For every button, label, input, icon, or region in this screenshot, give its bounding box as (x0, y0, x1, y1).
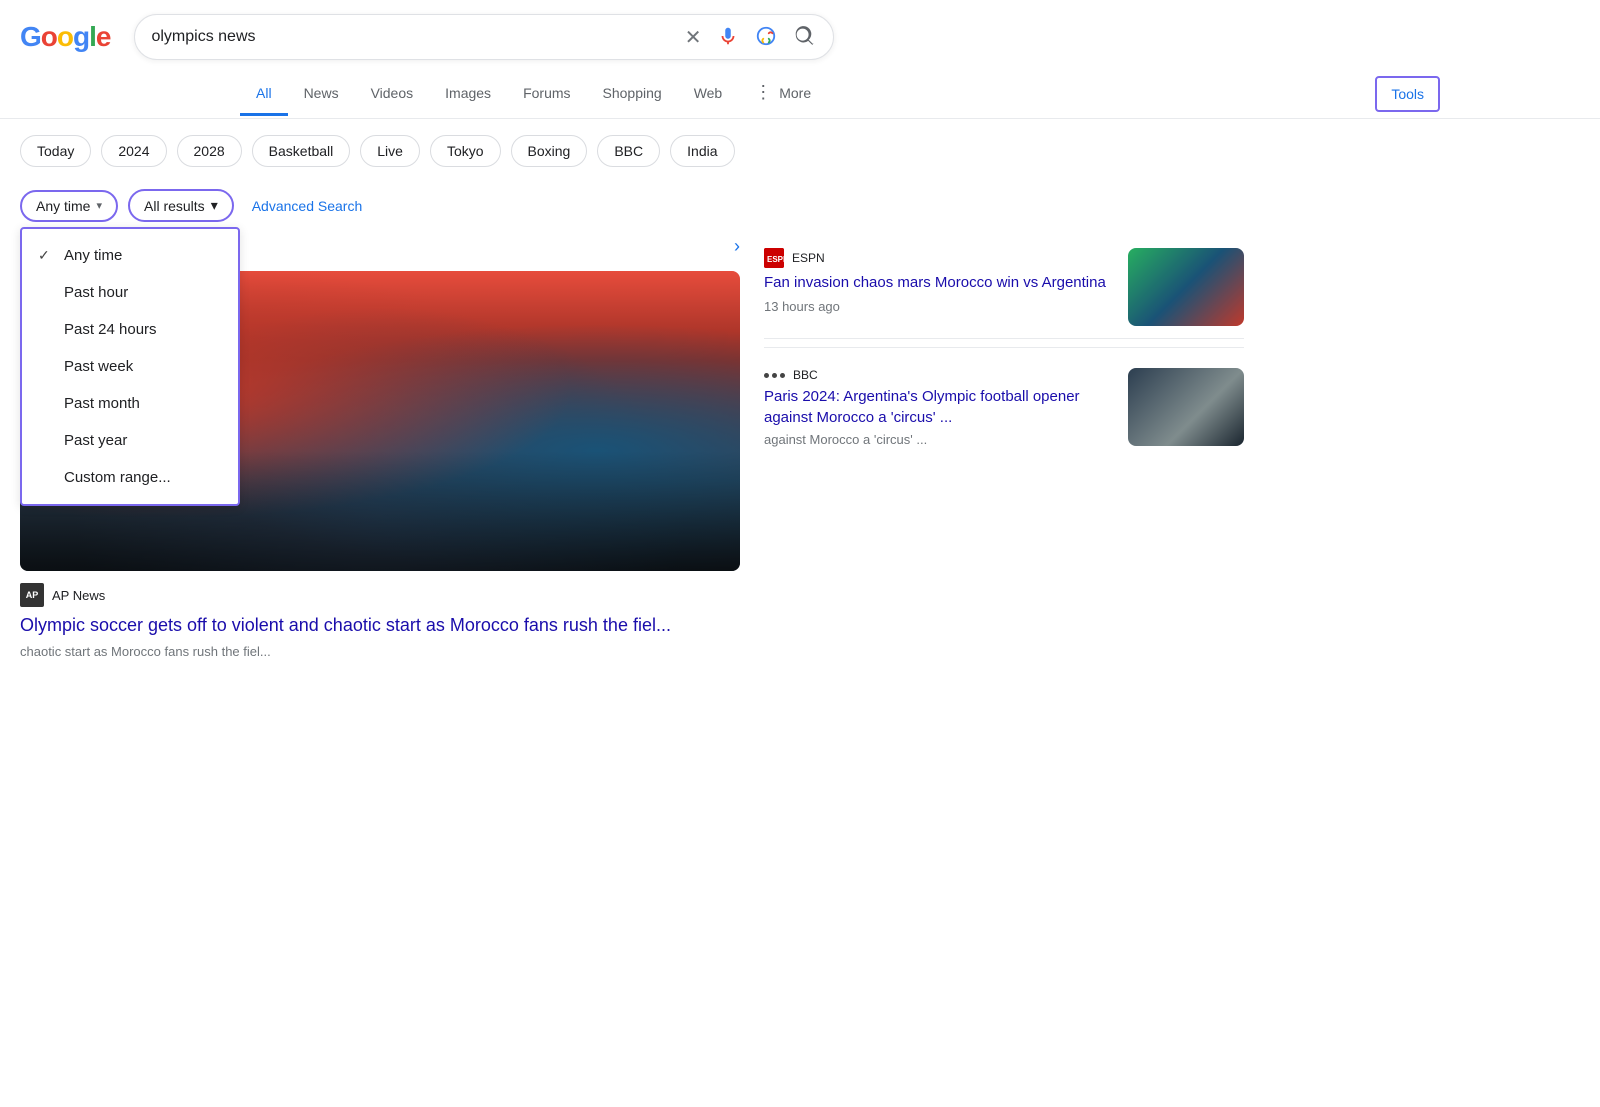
bbc-source-name: BBC (793, 368, 818, 382)
search-bar-icons: ✕ (683, 23, 818, 52)
tools-button[interactable]: Tools (1375, 76, 1440, 112)
clear-button[interactable]: ✕ (683, 23, 704, 52)
logo-o1: o (41, 21, 57, 53)
source-name: AP News (52, 588, 105, 603)
chip-2024[interactable]: 2024 (101, 135, 166, 167)
time-dropdown-menu: ✓ Any time Past hour Past 24 hours Past … (20, 227, 240, 506)
logo-e: e (96, 21, 111, 53)
search-button[interactable] (791, 23, 817, 52)
chips-row: Today 2024 2028 Basketball Live Tokyo Bo… (0, 119, 1600, 183)
espn-article-title[interactable]: Fan invasion chaos mars Morocco win vs A… (764, 272, 1114, 293)
espn-source-name: ESPN (792, 251, 825, 265)
chip-tokyo[interactable]: Tokyo (430, 135, 501, 167)
lens-button[interactable] (753, 23, 779, 52)
news-card-bbc: BBC Paris 2024: Argentina's Olympic foot… (764, 356, 1244, 459)
google-logo: G o o g l e (20, 21, 110, 53)
advanced-search-link[interactable]: Advanced Search (252, 198, 363, 214)
dropdown-item-label: Any time (64, 247, 122, 264)
logo-l: l (89, 21, 96, 53)
dropdown-item-past-year[interactable]: Past year (22, 422, 238, 459)
tab-images[interactable]: Images (429, 73, 507, 116)
espn-article-time: 13 hours ago (764, 299, 1114, 314)
chip-boxing[interactable]: Boxing (511, 135, 588, 167)
results-filter-dropdown[interactable]: All results ▾ (128, 189, 234, 222)
tab-shopping[interactable]: Shopping (587, 73, 678, 116)
chip-live[interactable]: Live (360, 135, 420, 167)
tab-videos[interactable]: Videos (355, 73, 430, 116)
filter-row: Any time ▾ All results ▾ Advanced Search… (0, 183, 1600, 236)
article-source-row: AP AP News (20, 583, 740, 607)
bbc-article-thumbnail (1128, 368, 1244, 446)
nav-tabs: All News Videos Images Forums Shopping W… (0, 70, 1600, 119)
news-card-content: ESPN ESPN Fan invasion chaos mars Morocc… (764, 248, 1114, 314)
tab-web[interactable]: Web (678, 73, 739, 116)
search-bar: olympics news ✕ (134, 14, 834, 60)
section-arrow-icon[interactable]: › (734, 236, 740, 257)
ap-logo: AP (20, 583, 44, 607)
news-card-bbc-content: BBC Paris 2024: Argentina's Olympic foot… (764, 368, 1114, 447)
chip-basketball[interactable]: Basketball (252, 135, 351, 167)
dropdown-item-label: Past week (64, 358, 133, 375)
dropdown-item-label: Past year (64, 432, 127, 449)
logo-g2: g (73, 21, 89, 53)
chip-today[interactable]: Today (20, 135, 91, 167)
voice-search-button[interactable] (715, 23, 741, 52)
search-input[interactable]: olympics news (151, 28, 682, 46)
logo-g: G (20, 21, 41, 53)
search-icon (793, 25, 815, 50)
espn-article-thumbnail (1128, 248, 1244, 326)
more-dots-icon: ⋮ (754, 82, 773, 103)
tab-more-dots[interactable]: ⋮ More (738, 70, 827, 118)
dropdown-item-label: Past month (64, 395, 140, 412)
pep-thumbnail-image (1128, 368, 1244, 446)
tab-all[interactable]: All (240, 73, 288, 116)
bbc-dot-2 (772, 373, 777, 378)
right-column: ESPN ESPN Fan invasion chaos mars Morocc… (764, 236, 1244, 662)
chip-bbc[interactable]: BBC (597, 135, 660, 167)
svg-text:ESPN: ESPN (767, 255, 784, 264)
news-card-espn: ESPN ESPN Fan invasion chaos mars Morocc… (764, 236, 1244, 339)
checkmark-icon: ✓ (38, 247, 54, 264)
chip-2028[interactable]: 2028 (177, 135, 242, 167)
soccer-thumbnail-image (1128, 248, 1244, 326)
espn-logo: ESPN (764, 248, 784, 268)
time-filter-dropdown[interactable]: Any time ▾ (20, 190, 118, 222)
dropdown-item-any-time[interactable]: ✓ Any time (22, 237, 238, 274)
close-icon: ✕ (685, 25, 702, 50)
dropdown-item-past-week[interactable]: Past week (22, 348, 238, 385)
bbc-dot-3 (780, 373, 785, 378)
dropdown-item-past-month[interactable]: Past month (22, 385, 238, 422)
chip-india[interactable]: India (670, 135, 734, 167)
results-filter-label: All results (144, 198, 205, 214)
results-filter-arrow: ▾ (211, 197, 218, 214)
dropdown-item-label: Custom range... (64, 469, 171, 486)
dropdown-item-past-hour[interactable]: Past hour (22, 274, 238, 311)
news-card-source-row: ESPN ESPN (764, 248, 1114, 268)
article-excerpt: chaotic start as Morocco fans rush the f… (20, 642, 740, 662)
dropdown-item-custom-range[interactable]: Custom range... (22, 459, 238, 496)
mic-icon (717, 25, 739, 50)
bbc-dot-1 (764, 373, 769, 378)
article-title[interactable]: Olympic soccer gets off to violent and c… (20, 613, 740, 638)
header: G o o g l e olympics news ✕ (0, 0, 1600, 60)
bbc-logo (764, 373, 785, 378)
time-filter-arrow: ▾ (96, 199, 102, 212)
bbc-source-row: BBC (764, 368, 1114, 382)
logo-o2: o (57, 21, 73, 53)
time-filter-label: Any time (36, 198, 90, 214)
tab-forums[interactable]: Forums (507, 73, 586, 116)
bbc-article-title[interactable]: Paris 2024: Argentina's Olympic football… (764, 386, 1114, 428)
dropdown-item-label: Past hour (64, 284, 128, 301)
dropdown-item-past-24h[interactable]: Past 24 hours (22, 311, 238, 348)
bbc-article-excerpt: against Morocco a 'circus' ... (764, 432, 1114, 447)
dropdown-item-label: Past 24 hours (64, 321, 157, 338)
card-divider (764, 347, 1244, 348)
tab-news[interactable]: News (288, 73, 355, 116)
lens-icon (755, 25, 777, 50)
